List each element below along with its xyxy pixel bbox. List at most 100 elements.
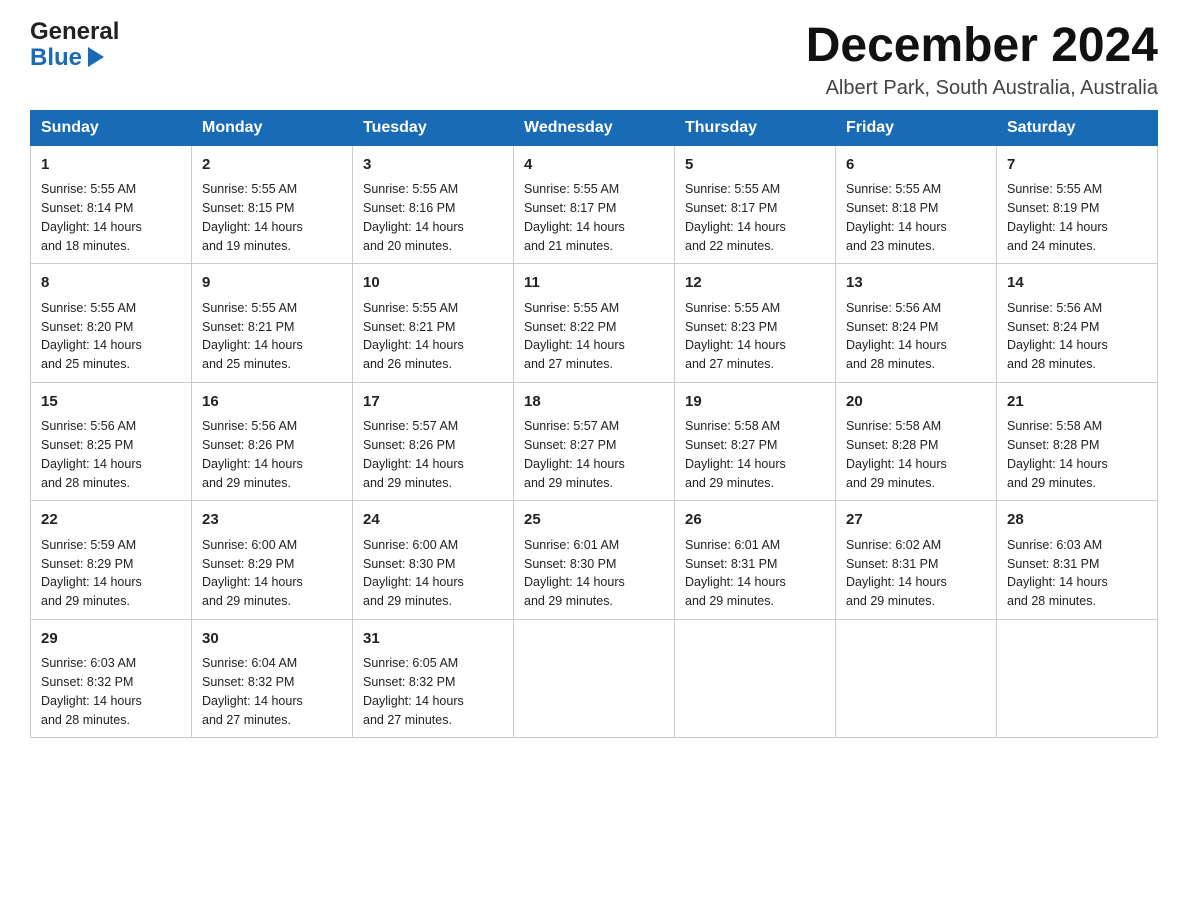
day-info: Sunrise: 6:00 AMSunset: 8:29 PMDaylight:… xyxy=(202,536,342,611)
day-number: 26 xyxy=(685,509,825,532)
day-info: Sunrise: 6:01 AMSunset: 8:31 PMDaylight:… xyxy=(685,536,825,611)
calendar-day-cell: 22 Sunrise: 5:59 AMSunset: 8:29 PMDaylig… xyxy=(31,501,192,620)
day-number: 30 xyxy=(202,628,342,651)
day-number: 29 xyxy=(41,628,181,651)
calendar-day-cell: 7 Sunrise: 5:55 AMSunset: 8:19 PMDayligh… xyxy=(997,145,1158,264)
calendar-day-cell: 10 Sunrise: 5:55 AMSunset: 8:21 PMDaylig… xyxy=(353,264,514,383)
day-headers-row: Sunday Monday Tuesday Wednesday Thursday… xyxy=(31,110,1158,145)
calendar-day-cell: 4 Sunrise: 5:55 AMSunset: 8:17 PMDayligh… xyxy=(514,145,675,264)
day-info: Sunrise: 5:55 AMSunset: 8:16 PMDaylight:… xyxy=(363,180,503,255)
day-number: 24 xyxy=(363,509,503,532)
day-info: Sunrise: 5:56 AMSunset: 8:24 PMDaylight:… xyxy=(846,299,986,374)
calendar-day-cell: 18 Sunrise: 5:57 AMSunset: 8:27 PMDaylig… xyxy=(514,382,675,501)
day-info: Sunrise: 5:55 AMSunset: 8:17 PMDaylight:… xyxy=(524,180,664,255)
calendar-day-cell: 29 Sunrise: 6:03 AMSunset: 8:32 PMDaylig… xyxy=(31,619,192,738)
calendar-week-row: 8 Sunrise: 5:55 AMSunset: 8:20 PMDayligh… xyxy=(31,264,1158,383)
calendar-day-cell: 16 Sunrise: 5:56 AMSunset: 8:26 PMDaylig… xyxy=(192,382,353,501)
day-info: Sunrise: 5:55 AMSunset: 8:17 PMDaylight:… xyxy=(685,180,825,255)
day-info: Sunrise: 5:55 AMSunset: 8:18 PMDaylight:… xyxy=(846,180,986,255)
header-wednesday: Wednesday xyxy=(514,110,675,145)
day-number: 1 xyxy=(41,154,181,177)
day-number: 13 xyxy=(846,272,986,295)
day-info: Sunrise: 5:57 AMSunset: 8:27 PMDaylight:… xyxy=(524,417,664,492)
day-info: Sunrise: 5:59 AMSunset: 8:29 PMDaylight:… xyxy=(41,536,181,611)
month-title: December 2024 xyxy=(806,20,1158,73)
day-info: Sunrise: 6:05 AMSunset: 8:32 PMDaylight:… xyxy=(363,654,503,729)
day-info: Sunrise: 5:56 AMSunset: 8:26 PMDaylight:… xyxy=(202,417,342,492)
calendar-day-cell: 28 Sunrise: 6:03 AMSunset: 8:31 PMDaylig… xyxy=(997,501,1158,620)
calendar-week-row: 22 Sunrise: 5:59 AMSunset: 8:29 PMDaylig… xyxy=(31,501,1158,620)
calendar-day-cell: 13 Sunrise: 5:56 AMSunset: 8:24 PMDaylig… xyxy=(836,264,997,383)
day-info: Sunrise: 6:03 AMSunset: 8:31 PMDaylight:… xyxy=(1007,536,1147,611)
calendar-day-cell: 24 Sunrise: 6:00 AMSunset: 8:30 PMDaylig… xyxy=(353,501,514,620)
calendar-day-cell: 26 Sunrise: 6:01 AMSunset: 8:31 PMDaylig… xyxy=(675,501,836,620)
header-saturday: Saturday xyxy=(997,110,1158,145)
logo: General Blue xyxy=(30,20,119,72)
day-number: 18 xyxy=(524,391,664,414)
day-number: 11 xyxy=(524,272,664,295)
day-number: 5 xyxy=(685,154,825,177)
calendar-day-cell: 3 Sunrise: 5:55 AMSunset: 8:16 PMDayligh… xyxy=(353,145,514,264)
header-sunday: Sunday xyxy=(31,110,192,145)
calendar-day-cell: 30 Sunrise: 6:04 AMSunset: 8:32 PMDaylig… xyxy=(192,619,353,738)
page-header: General Blue December 2024 Albert Park, … xyxy=(30,20,1158,100)
calendar-week-row: 29 Sunrise: 6:03 AMSunset: 8:32 PMDaylig… xyxy=(31,619,1158,738)
day-number: 17 xyxy=(363,391,503,414)
day-info: Sunrise: 6:04 AMSunset: 8:32 PMDaylight:… xyxy=(202,654,342,729)
calendar-day-cell: 21 Sunrise: 5:58 AMSunset: 8:28 PMDaylig… xyxy=(997,382,1158,501)
day-info: Sunrise: 5:58 AMSunset: 8:28 PMDaylight:… xyxy=(846,417,986,492)
calendar-week-row: 15 Sunrise: 5:56 AMSunset: 8:25 PMDaylig… xyxy=(31,382,1158,501)
day-info: Sunrise: 5:55 AMSunset: 8:19 PMDaylight:… xyxy=(1007,180,1147,255)
day-number: 19 xyxy=(685,391,825,414)
calendar-day-cell xyxy=(675,619,836,738)
day-number: 4 xyxy=(524,154,664,177)
day-number: 20 xyxy=(846,391,986,414)
day-number: 31 xyxy=(363,628,503,651)
calendar-day-cell: 14 Sunrise: 5:56 AMSunset: 8:24 PMDaylig… xyxy=(997,264,1158,383)
day-number: 25 xyxy=(524,509,664,532)
day-info: Sunrise: 5:55 AMSunset: 8:22 PMDaylight:… xyxy=(524,299,664,374)
calendar-day-cell: 12 Sunrise: 5:55 AMSunset: 8:23 PMDaylig… xyxy=(675,264,836,383)
day-number: 2 xyxy=(202,154,342,177)
day-info: Sunrise: 5:58 AMSunset: 8:27 PMDaylight:… xyxy=(685,417,825,492)
day-info: Sunrise: 5:55 AMSunset: 8:21 PMDaylight:… xyxy=(202,299,342,374)
calendar-day-cell: 9 Sunrise: 5:55 AMSunset: 8:21 PMDayligh… xyxy=(192,264,353,383)
calendar-day-cell: 31 Sunrise: 6:05 AMSunset: 8:32 PMDaylig… xyxy=(353,619,514,738)
day-info: Sunrise: 5:56 AMSunset: 8:24 PMDaylight:… xyxy=(1007,299,1147,374)
day-number: 27 xyxy=(846,509,986,532)
calendar-day-cell: 6 Sunrise: 5:55 AMSunset: 8:18 PMDayligh… xyxy=(836,145,997,264)
day-number: 23 xyxy=(202,509,342,532)
header-thursday: Thursday xyxy=(675,110,836,145)
day-info: Sunrise: 5:55 AMSunset: 8:15 PMDaylight:… xyxy=(202,180,342,255)
calendar-day-cell xyxy=(514,619,675,738)
calendar-day-cell: 19 Sunrise: 5:58 AMSunset: 8:27 PMDaylig… xyxy=(675,382,836,501)
day-number: 21 xyxy=(1007,391,1147,414)
day-info: Sunrise: 5:58 AMSunset: 8:28 PMDaylight:… xyxy=(1007,417,1147,492)
day-number: 6 xyxy=(846,154,986,177)
day-info: Sunrise: 5:55 AMSunset: 8:21 PMDaylight:… xyxy=(363,299,503,374)
day-number: 8 xyxy=(41,272,181,295)
header-tuesday: Tuesday xyxy=(353,110,514,145)
day-number: 9 xyxy=(202,272,342,295)
day-info: Sunrise: 6:00 AMSunset: 8:30 PMDaylight:… xyxy=(363,536,503,611)
calendar-day-cell: 23 Sunrise: 6:00 AMSunset: 8:29 PMDaylig… xyxy=(192,501,353,620)
day-number: 12 xyxy=(685,272,825,295)
header-monday: Monday xyxy=(192,110,353,145)
calendar-week-row: 1 Sunrise: 5:55 AMSunset: 8:14 PMDayligh… xyxy=(31,145,1158,264)
day-number: 15 xyxy=(41,391,181,414)
calendar-day-cell xyxy=(997,619,1158,738)
title-block: December 2024 Albert Park, South Austral… xyxy=(806,20,1158,100)
calendar-day-cell: 15 Sunrise: 5:56 AMSunset: 8:25 PMDaylig… xyxy=(31,382,192,501)
day-info: Sunrise: 5:55 AMSunset: 8:14 PMDaylight:… xyxy=(41,180,181,255)
day-info: Sunrise: 6:01 AMSunset: 8:30 PMDaylight:… xyxy=(524,536,664,611)
day-info: Sunrise: 5:56 AMSunset: 8:25 PMDaylight:… xyxy=(41,417,181,492)
calendar-day-cell: 20 Sunrise: 5:58 AMSunset: 8:28 PMDaylig… xyxy=(836,382,997,501)
day-number: 22 xyxy=(41,509,181,532)
calendar-day-cell: 17 Sunrise: 5:57 AMSunset: 8:26 PMDaylig… xyxy=(353,382,514,501)
logo-line2: Blue xyxy=(30,44,104,72)
calendar-table: Sunday Monday Tuesday Wednesday Thursday… xyxy=(30,110,1158,739)
calendar-day-cell: 1 Sunrise: 5:55 AMSunset: 8:14 PMDayligh… xyxy=(31,145,192,264)
calendar-day-cell: 11 Sunrise: 5:55 AMSunset: 8:22 PMDaylig… xyxy=(514,264,675,383)
day-info: Sunrise: 5:57 AMSunset: 8:26 PMDaylight:… xyxy=(363,417,503,492)
location-title: Albert Park, South Australia, Australia xyxy=(806,77,1158,100)
